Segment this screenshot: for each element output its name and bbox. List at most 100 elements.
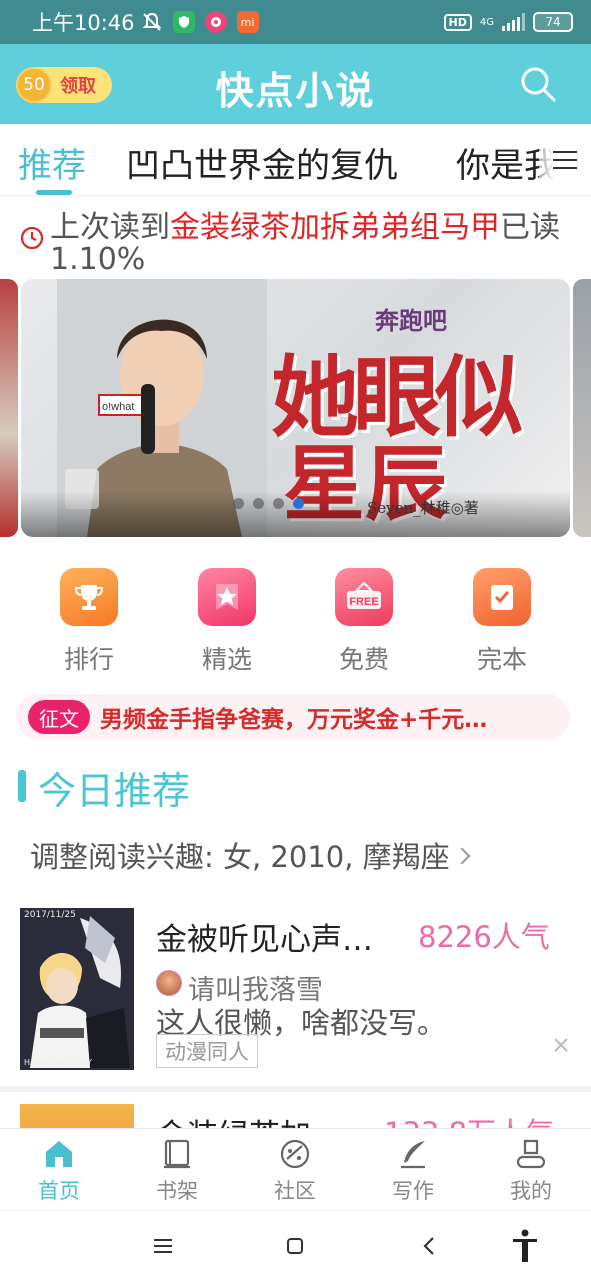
carousel-dot[interactable] <box>233 498 244 509</box>
category-label: 完本 <box>476 645 527 674</box>
carousel-dot[interactable] <box>273 498 284 509</box>
last-read-prefix: 上次读到 <box>50 210 170 245</box>
menu-icon <box>553 151 577 169</box>
mute-bell-icon <box>142 12 161 31</box>
feed-divider <box>0 1086 591 1092</box>
square-home-icon <box>287 1238 303 1254</box>
last-read-bar[interactable]: 上次读到金装绿茶加拆弟弟组马甲已读 1.10% <box>0 196 591 280</box>
feed-item[interactable]: 2017/11/25 HAPPY BIRTHDAY 金被听见心声… 8226人气… <box>0 908 591 1078</box>
adjust-interest-link[interactable]: 调整阅读兴趣: 女, 2010, 摩羯座 <box>30 834 471 876</box>
banner-slide[interactable]: o!what 奔跑吧 她眼似 星辰 Seven_林稚◎著 <box>21 279 570 537</box>
clock-icon <box>20 226 44 250</box>
category-tabs: 推荐 凹凸世界金的复仇 你是我 <box>0 124 591 196</box>
signal-icon <box>502 13 525 31</box>
nav-label: 我的 <box>510 1179 552 1203</box>
nav-community[interactable]: 社区 <box>236 1129 354 1205</box>
chevron-left-icon <box>423 1237 434 1255</box>
free-tag-icon: FREE <box>335 568 393 626</box>
shield-icon <box>172 11 195 33</box>
tab-active-indicator <box>36 190 72 195</box>
accessibility-icon <box>513 1229 537 1262</box>
section-accent-bar <box>18 770 26 802</box>
status-time: 上午10:46 <box>32 11 135 35</box>
category-shortcuts: 排行 精选 FREE 免费 完本 <box>0 568 591 678</box>
bookshelf-icon <box>164 1139 190 1169</box>
category-free[interactable]: FREE 免费 <box>304 568 424 676</box>
nav-profile[interactable]: 我的 <box>472 1129 590 1205</box>
last-read-text: 上次读到金装绿茶加拆弟弟组马甲已读 <box>50 202 560 246</box>
nav-label: 写作 <box>392 1179 434 1203</box>
chevron-right-icon <box>453 847 471 865</box>
hd-badge: HD <box>443 13 472 31</box>
status-bar: 上午10:46 mi HD 4G 74 <box>0 0 591 44</box>
banner-author: Seven_林稚◎著 <box>367 499 479 517</box>
carousel-dot-active[interactable] <box>293 498 304 509</box>
book-title[interactable]: 金装绿茶加… <box>156 1110 342 1128</box>
home-icon <box>46 1141 72 1167</box>
accessibility-button[interactable] <box>510 1229 540 1262</box>
app-notification-icon <box>204 11 227 33</box>
carousel-dots <box>233 498 304 509</box>
nav-label: 首页 <box>38 1179 80 1203</box>
star-icon <box>198 568 256 626</box>
tab-menu-button[interactable] <box>539 124 591 195</box>
search-icon[interactable] <box>518 64 558 104</box>
contest-badge: 征文 <box>28 700 90 734</box>
mic-label: o!what <box>102 401 134 413</box>
nav-label: 社区 <box>274 1179 316 1203</box>
tab-recommend[interactable]: 推荐 <box>18 138 86 187</box>
last-read-suffix: 已读 <box>500 210 560 245</box>
home-button[interactable] <box>280 1231 310 1261</box>
last-read-book[interactable]: 金装绿茶加拆弟弟组马甲 <box>170 210 500 245</box>
category-label: 排行 <box>63 645 114 674</box>
category-label: 免费 <box>338 645 389 674</box>
tab-novel-1[interactable]: 凹凸世界金的复仇 <box>126 138 398 187</box>
banner-carousel[interactable]: o!what 奔跑吧 她眼似 星辰 Seven_林稚◎著 <box>0 279 591 539</box>
category-featured[interactable]: 精选 <box>167 568 287 676</box>
nav-write[interactable]: 写作 <box>354 1129 472 1205</box>
avatar[interactable] <box>156 970 182 996</box>
carousel-dot[interactable] <box>253 498 264 509</box>
book-title[interactable]: 金被听见心声… <box>156 914 373 959</box>
system-navigation-bar <box>0 1210 591 1280</box>
community-icon <box>280 1139 310 1169</box>
contest-banner[interactable]: 征文 男频金手指争爸赛，万元奖金+千元… <box>16 694 570 740</box>
recent-apps-button[interactable] <box>148 1231 178 1261</box>
popularity-count: 8226人气 <box>418 920 550 954</box>
bottom-navigation: 首页 书架 社区 写作 我的 <box>0 1128 591 1210</box>
contest-text: 男频金手指争爸赛，万元奖金+千元… <box>100 707 488 733</box>
battery-level: 74 <box>545 15 561 29</box>
mi-icon: mi <box>236 11 259 33</box>
quill-icon <box>401 1141 425 1169</box>
interest-text: 调整阅读兴趣: 女, 2010, 摩羯座 <box>30 840 450 874</box>
cover-caption: HAPPY BIRTHDAY <box>24 1058 92 1067</box>
last-read-percent: 1.10% <box>50 242 146 277</box>
network-label: 4G <box>479 16 494 28</box>
battery-icon: 74 <box>533 12 573 32</box>
book-cover[interactable] <box>20 1104 134 1128</box>
popularity-count: 133.8万人气 <box>384 1110 554 1128</box>
book-cover[interactable]: 2017/11/25 HAPPY BIRTHDAY <box>20 908 134 1070</box>
cover-art <box>20 908 134 1070</box>
cover-date: 2017/11/25 <box>24 910 76 920</box>
section-title: 今日推荐 <box>38 769 191 813</box>
nav-label: 书架 <box>156 1179 198 1203</box>
close-icon[interactable] <box>552 1036 570 1054</box>
trophy-icon <box>60 568 118 626</box>
free-icon-text: FREE <box>349 596 378 608</box>
app-title: 快点小说 <box>215 69 376 113</box>
feed-item[interactable]: 金装绿茶加… 133.8万人气 <box>0 1104 591 1128</box>
banner-next-peek[interactable] <box>573 279 591 537</box>
nav-bookshelf[interactable]: 书架 <box>118 1129 236 1205</box>
app-header: 50 领取 快点小说 <box>0 44 591 124</box>
banner-prev-peek[interactable] <box>0 279 18 537</box>
genre-tag[interactable]: 动漫同人 <box>156 1034 258 1068</box>
menu-icon <box>154 1239 172 1253</box>
profile-icon <box>516 1139 546 1169</box>
back-button[interactable] <box>414 1231 444 1261</box>
category-ranking[interactable]: 排行 <box>29 568 149 676</box>
nav-home[interactable]: 首页 <box>0 1129 118 1205</box>
category-completed[interactable]: 完本 <box>442 568 562 676</box>
category-label: 精选 <box>201 645 252 674</box>
checklist-icon <box>473 568 531 626</box>
